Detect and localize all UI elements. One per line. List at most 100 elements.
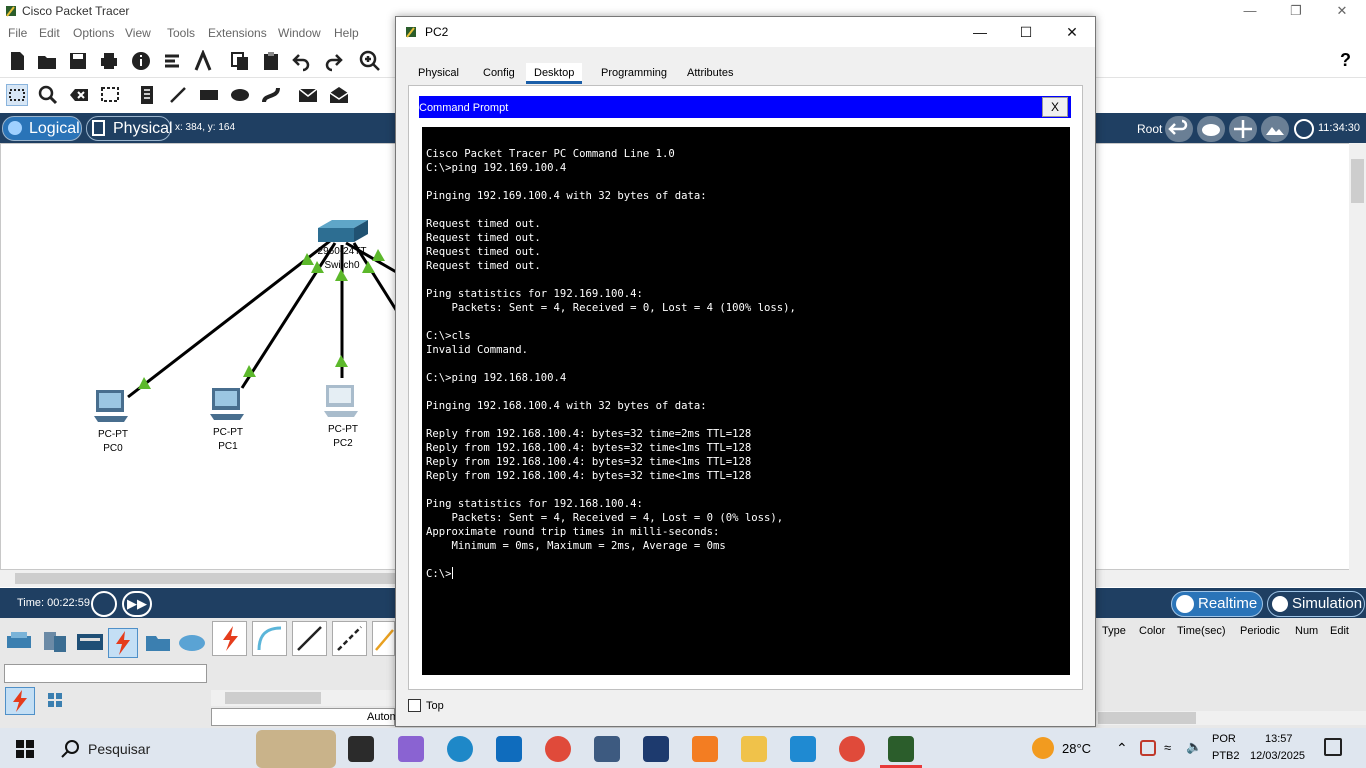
components-icon[interactable]: [75, 628, 105, 656]
wifi-icon[interactable]: ≈: [1164, 740, 1171, 755]
menu-help[interactable]: Help: [334, 26, 359, 40]
menu-view[interactable]: View: [125, 26, 151, 40]
draw-rectangle-icon[interactable]: [198, 84, 220, 106]
pc2-maximize-icon[interactable]: ☐: [1003, 17, 1049, 47]
menu-edit[interactable]: Edit: [39, 26, 60, 40]
device-search-field[interactable]: [4, 664, 207, 683]
connections-category-icon[interactable]: [108, 628, 138, 658]
horizontal-scroll-thumb[interactable]: [15, 573, 395, 584]
outlook-icon[interactable]: [496, 736, 522, 762]
inspect-icon[interactable]: [37, 84, 59, 106]
delete-icon[interactable]: [68, 84, 90, 106]
chrome-profile-icon[interactable]: [839, 736, 865, 762]
pdu-list-scrollbar[interactable]: [1096, 711, 1366, 725]
file-explorer-icon[interactable]: [741, 736, 767, 762]
undo-icon[interactable]: [291, 50, 313, 72]
viewport-globe-icon[interactable]: [1294, 119, 1314, 139]
notifications-icon[interactable]: [1324, 738, 1342, 756]
paste-icon[interactable]: [260, 50, 282, 72]
tab-attributes[interactable]: Attributes: [679, 63, 741, 84]
workspace-vertical-scrollbar[interactable]: [1349, 143, 1366, 570]
redo-icon[interactable]: [322, 50, 344, 72]
weather-icon[interactable]: [1032, 737, 1054, 759]
pc2-minimize-icon[interactable]: —: [957, 17, 1003, 47]
command-prompt-close-button[interactable]: X: [1042, 97, 1068, 117]
tab-physical[interactable]: Physical: [410, 63, 467, 84]
note-icon[interactable]: [136, 84, 158, 106]
print-icon[interactable]: [98, 50, 120, 72]
activity-wizard-icon[interactable]: [192, 49, 214, 72]
auto-connection-icon[interactable]: [212, 621, 247, 656]
pdu-col-type[interactable]: Type: [1102, 625, 1126, 637]
move-icon[interactable]: [1229, 116, 1257, 142]
network-info-icon[interactable]: [161, 50, 183, 72]
terminal-output[interactable]: Cisco Packet Tracer PC Command Line 1.0 C…: [422, 127, 1070, 675]
windows-start-icon[interactable]: [16, 740, 34, 761]
pc2-close-icon[interactable]: ✕: [1049, 17, 1095, 47]
draw-line-icon[interactable]: [167, 84, 189, 106]
save-icon[interactable]: [67, 50, 89, 72]
menu-extensions[interactable]: Extensions: [208, 26, 267, 40]
connections-subtype-icon[interactable]: [5, 687, 35, 715]
weather-temperature[interactable]: 28°C: [1062, 741, 1091, 756]
pc0-icon[interactable]: [92, 388, 132, 429]
network-devices-icon[interactable]: [5, 628, 35, 656]
add-complex-pdu-icon[interactable]: [328, 84, 350, 106]
input-language[interactable]: POR: [1212, 733, 1236, 745]
select-icon[interactable]: [6, 84, 28, 106]
background-image-icon[interactable]: [1261, 116, 1289, 142]
taskbar-time[interactable]: 13:57: [1265, 733, 1293, 745]
fast-forward-icon[interactable]: ▶▶: [122, 591, 152, 617]
crossover-cable-icon[interactable]: [332, 621, 367, 656]
minimize-icon[interactable]: —: [1227, 0, 1273, 22]
keyboard-layout[interactable]: PTB2: [1212, 750, 1240, 762]
misc-icon[interactable]: [143, 628, 173, 656]
close-icon[interactable]: ✕: [1319, 0, 1365, 22]
restore-icon[interactable]: ❐: [1273, 0, 1319, 22]
tab-config[interactable]: Config: [475, 63, 523, 84]
tray-app-icon[interactable]: [1140, 740, 1156, 756]
menu-tools[interactable]: Tools: [167, 26, 195, 40]
always-on-top-checkbox[interactable]: [408, 699, 421, 712]
pdu-col-periodic[interactable]: Periodic: [1240, 625, 1280, 637]
pdu-col-color[interactable]: Color: [1139, 625, 1165, 637]
menu-window[interactable]: Window: [278, 26, 321, 40]
chrome-icon[interactable]: [545, 736, 571, 762]
help-icon[interactable]: ?: [1340, 50, 1351, 71]
add-simple-pdu-icon[interactable]: [297, 84, 319, 106]
task-view-icon[interactable]: [348, 736, 374, 762]
new-file-icon[interactable]: [6, 50, 28, 72]
draw-ellipse-icon[interactable]: [229, 84, 251, 106]
vscode-icon[interactable]: [790, 736, 816, 762]
volume-icon[interactable]: 🔈: [1186, 739, 1202, 755]
end-devices-icon[interactable]: [40, 628, 70, 656]
tab-programming[interactable]: Programming: [593, 63, 675, 84]
taskbar-date[interactable]: 12/03/2025: [1250, 750, 1305, 762]
packet-tracer-taskbar-icon[interactable]: [888, 736, 914, 762]
pdu-col-time[interactable]: Time(sec): [1177, 625, 1225, 637]
taskbar-search-box[interactable]: Pesquisar: [88, 741, 150, 757]
console-cable-icon[interactable]: [252, 621, 287, 656]
tab-desktop[interactable]: Desktop: [526, 63, 583, 84]
app-a-icon[interactable]: [594, 736, 620, 762]
power-cycle-icon[interactable]: [91, 591, 117, 617]
copilot-icon[interactable]: [398, 736, 424, 762]
tray-chevron-icon[interactable]: ⌃: [1116, 740, 1128, 757]
multiuser-icon[interactable]: [177, 628, 207, 656]
pc1-icon[interactable]: [208, 386, 248, 427]
copy-icon[interactable]: [229, 50, 251, 72]
pdu-col-num[interactable]: Num: [1295, 625, 1318, 637]
freeform-icon[interactable]: [260, 84, 282, 106]
menu-file[interactable]: File: [8, 26, 27, 40]
menu-options[interactable]: Options: [73, 26, 114, 40]
edge-icon[interactable]: [447, 736, 473, 762]
pc2-icon[interactable]: [322, 383, 362, 424]
straight-through-cable-icon[interactable]: [292, 621, 327, 656]
taskbar-search-icon[interactable]: [60, 739, 80, 762]
grid-icon[interactable]: [47, 692, 63, 708]
info-icon[interactable]: [130, 50, 152, 72]
open-folder-icon[interactable]: [36, 50, 58, 72]
cloud-icon[interactable]: [1197, 116, 1225, 142]
back-icon[interactable]: [1165, 116, 1193, 142]
xampp-icon[interactable]: [692, 736, 718, 762]
